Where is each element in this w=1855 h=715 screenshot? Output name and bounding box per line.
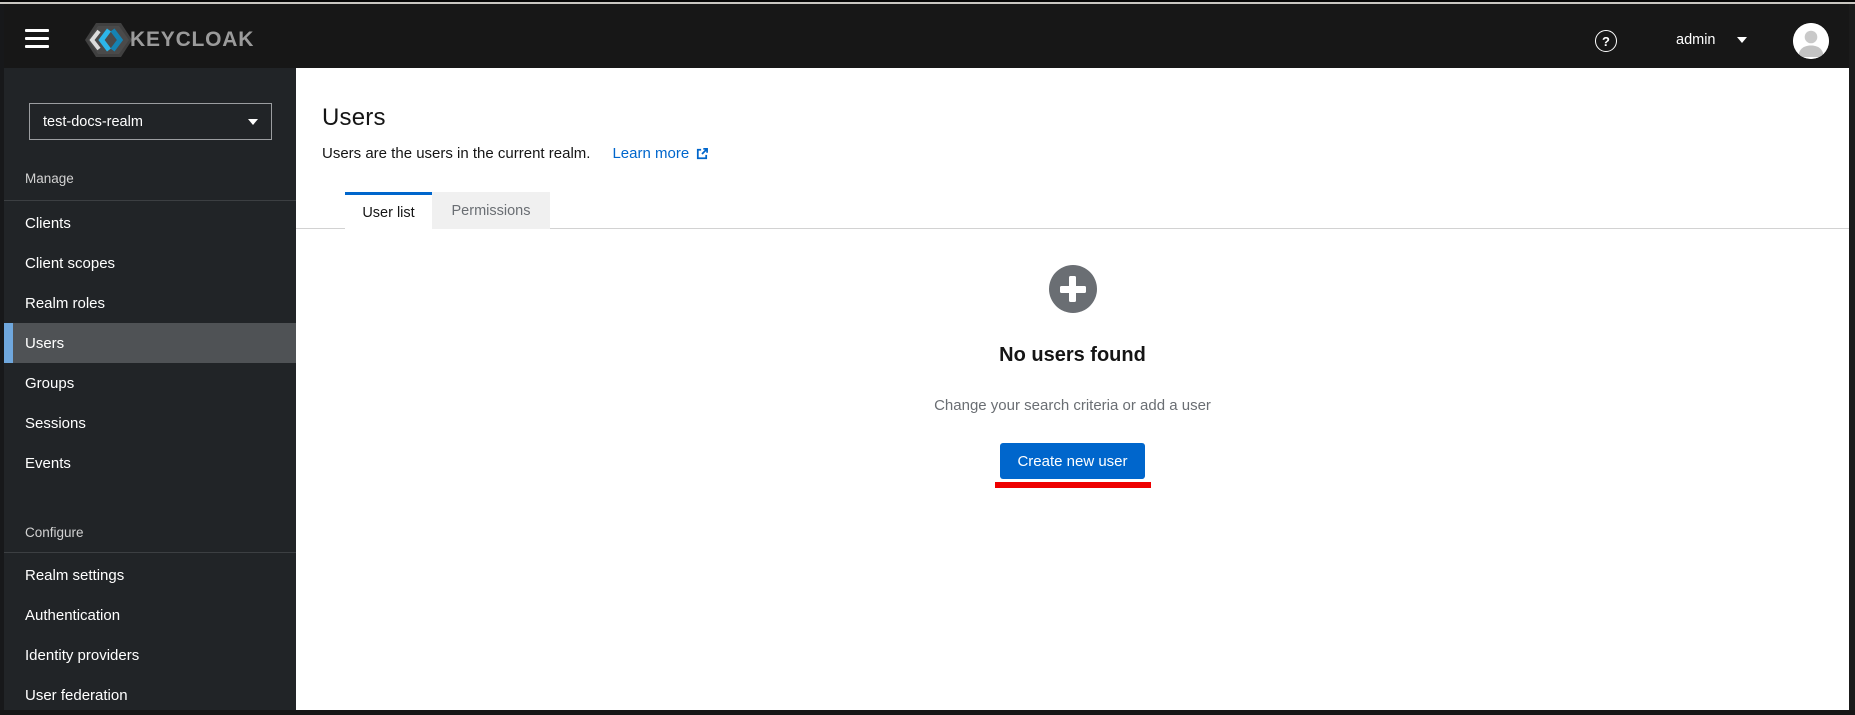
sidebar-item-label: Authentication [25,606,121,624]
window-top-highlight [0,2,1855,4]
divider [0,200,296,201]
tab-label: Permissions [451,202,531,219]
tab-permissions[interactable]: Permissions [432,192,550,229]
sidebar-item-user-federation[interactable]: User federation [0,675,296,715]
sidebar-item-identity-providers[interactable]: Identity providers [0,635,296,675]
tab-label: User list [362,204,415,221]
window-bottom-edge [0,710,1855,715]
sidebar-item-groups[interactable]: Groups [0,363,296,403]
sidebar-item-authentication[interactable]: Authentication [0,595,296,635]
add-circle-icon [1048,265,1097,313]
sidebar-item-label: Realm settings [25,566,125,584]
tab-user-list[interactable]: User list [345,192,432,230]
sidebar-item-realm-roles[interactable]: Realm roles [0,283,296,323]
nav-section-manage: Manage [25,171,74,186]
sidebar-item-label: Users [25,334,65,352]
help-icon[interactable]: ? [1595,30,1617,52]
chevron-down-icon [248,118,258,125]
red-underline-annotation [994,482,1151,488]
window-right-edge [1849,4,1855,715]
sidebar-item-label: Events [25,454,71,472]
sidebar-item-label: Client scopes [25,254,116,272]
user-menu[interactable]: admin [1676,32,1716,48]
avatar[interactable] [1793,23,1829,59]
window-left-edge [0,4,4,715]
nav-section-configure: Configure [25,525,84,540]
chevron-down-icon[interactable] [1737,37,1747,43]
sidebar-item-label: Identity providers [25,646,140,664]
main-content: Users Users are the users in the current… [296,68,1849,710]
page-subtitle: Users are the users in the current realm… [322,145,591,162]
sidebar-item-sessions[interactable]: Sessions [0,403,296,443]
learn-more-link[interactable]: Learn more [612,145,709,162]
divider [0,552,296,553]
sidebar-item-label: User federation [25,686,128,704]
sidebar-item-label: Sessions [25,414,86,432]
empty-state-heading: No users found [999,344,1146,366]
sidebar-item-client-scopes[interactable]: Client scopes [0,243,296,283]
keycloak-logo[interactable]: KEYCLOAK [84,21,254,59]
nav-toggle-hamburger-icon[interactable] [25,29,49,48]
sidebar-item-clients[interactable]: Clients [0,203,296,243]
sidebar-item-events[interactable]: Events [0,443,296,483]
realm-selector[interactable]: test-docs-realm [29,103,272,140]
sidebar-item-realm-settings[interactable]: Realm settings [0,555,296,595]
page-title: Users [322,104,386,131]
empty-state-description: Change your search criteria or add a use… [934,397,1211,414]
realm-selector-value: test-docs-realm [43,113,143,130]
keycloak-logo-text: KEYCLOAK [130,28,255,51]
masthead: KEYCLOAK ? admin [0,4,1855,68]
sidebar: test-docs-realm Manage Clients Client sc… [0,68,296,710]
sidebar-item-label: Clients [25,214,71,232]
external-link-icon [695,147,709,161]
keycloak-emblem-icon [84,21,134,59]
sidebar-item-label: Realm roles [25,294,106,312]
sidebar-item-users[interactable]: Users [4,323,296,363]
empty-state: No users found Change your search criter… [296,265,1849,488]
tab-strip: User list Permissions [296,192,1849,230]
learn-more-label: Learn more [612,145,690,162]
create-new-user-button[interactable]: Create new user [1000,443,1145,479]
sidebar-item-label: Groups [25,374,75,392]
